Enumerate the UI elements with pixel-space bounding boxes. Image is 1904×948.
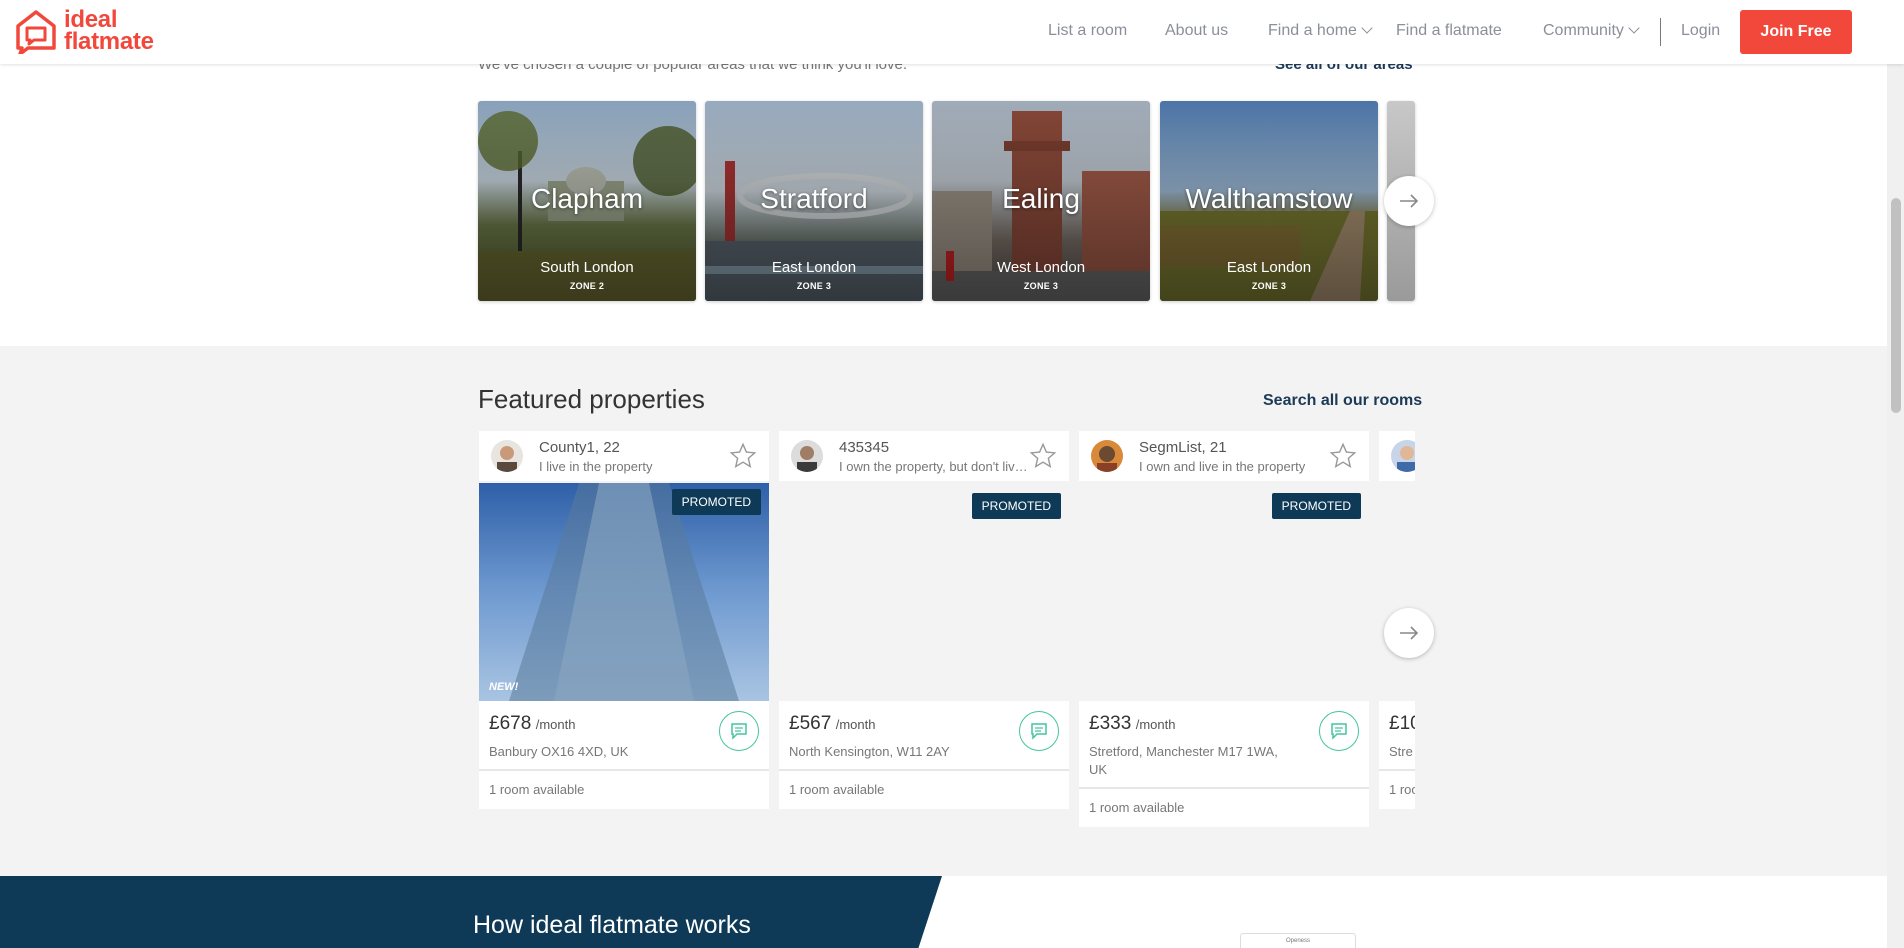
chat-icon — [731, 723, 747, 740]
star-icon[interactable] — [1029, 442, 1057, 470]
per-month: /month — [535, 717, 576, 732]
area-card-stratford[interactable]: Stratford East London ZONE 3 — [705, 101, 923, 301]
property-photo[interactable]: PROMOTED NEW! — [479, 483, 769, 701]
property-user: SegmList, 21 — [1139, 439, 1227, 456]
nav-about[interactable]: About us — [1165, 22, 1228, 40]
nav-community[interactable]: Community — [1543, 22, 1640, 40]
property-location: Stre — [1389, 744, 1413, 759]
property-body: £10 Stre — [1379, 701, 1415, 769]
chevron-down-icon — [1361, 22, 1373, 34]
featured-title: Featured properties — [478, 384, 705, 414]
search-all-rooms-link[interactable]: Search all our rooms — [1263, 392, 1422, 410]
nav-find-home[interactable]: Find a home — [1268, 22, 1373, 40]
property-role: I own the property, but don't live there — [839, 459, 1029, 474]
arrow-right-icon — [1400, 194, 1419, 208]
avatar — [1391, 440, 1415, 472]
property-location: Stretford, Manchester M17 1WA, UK — [1089, 744, 1278, 777]
properties-next-button[interactable] — [1384, 608, 1434, 658]
property-price: £10 — [1389, 713, 1415, 734]
join-free-button[interactable]: Join Free — [1740, 10, 1852, 54]
rooms-available: 1 room available — [779, 769, 1069, 809]
how-it-works-banner — [0, 876, 942, 948]
new-badge: NEW! — [489, 681, 519, 693]
nav-find-home-label: Find a home — [1268, 22, 1357, 39]
property-user: County1, 22 — [539, 439, 620, 456]
area-zone: ZONE 3 — [796, 281, 832, 291]
nav-divider — [1660, 18, 1661, 46]
property-user: 435345 — [839, 439, 890, 456]
per-month: /month — [835, 717, 876, 732]
avatar — [491, 440, 523, 472]
property-card[interactable]: 435345 I own the property, but don't liv… — [779, 431, 1069, 809]
rooms-available: 1 room available — [1079, 787, 1369, 827]
message-button[interactable] — [719, 711, 759, 751]
property-price: £567 — [789, 713, 832, 734]
per-month: /month — [1135, 717, 1176, 732]
area-name: Clapham — [530, 183, 644, 214]
property-header: SegmList, 21 I own and live in the prope… — [1079, 431, 1369, 481]
property-body: £567 /month North Kensington, W11 2AY — [779, 701, 1069, 769]
property-body: £678 /month Banbury OX16 4XD, UK — [479, 701, 769, 769]
site-header: ideal flatmate List a room About us Find… — [0, 0, 1904, 64]
nav-list-room[interactable]: List a room — [1048, 22, 1127, 40]
how-it-works-title: How ideal flatmate works for you — [473, 911, 751, 948]
area-region: South London — [540, 259, 634, 276]
house-chat-icon — [16, 10, 56, 54]
property-price: £333 — [1089, 713, 1132, 734]
chat-icon — [1031, 723, 1047, 740]
message-button[interactable] — [1019, 711, 1059, 751]
property-photo[interactable]: PROMOTED — [779, 483, 1069, 701]
property-header: 435345 I own the property, but don't liv… — [779, 431, 1069, 481]
area-zone: ZONE 3 — [1023, 281, 1059, 291]
rooms-available: 1 room available — [479, 769, 769, 809]
message-button[interactable] — [1319, 711, 1359, 751]
star-icon[interactable] — [1329, 442, 1357, 470]
promoted-badge: PROMOTED — [1271, 493, 1361, 519]
property-location: Banbury OX16 4XD, UK — [489, 744, 629, 759]
avatar — [791, 440, 823, 472]
chevron-down-icon — [1628, 22, 1640, 34]
tower-illustration — [509, 483, 739, 701]
areas-next-button[interactable] — [1384, 176, 1434, 226]
area-name: Stratford — [760, 183, 868, 214]
area-region: East London — [771, 259, 857, 276]
area-zone: ZONE 2 — [569, 281, 605, 291]
property-card[interactable]: SegmList, 21 I own and live in the prope… — [1079, 431, 1369, 827]
area-region: West London — [996, 259, 1086, 276]
chat-icon — [1331, 723, 1347, 740]
property-header — [1379, 431, 1415, 481]
property-role: I own and live in the property — [1139, 459, 1306, 474]
area-card-ealing[interactable]: Ealing West London ZONE 3 — [932, 101, 1150, 301]
area-zone: ZONE 3 — [1251, 281, 1287, 291]
promoted-badge: PROMOTED — [971, 493, 1061, 519]
mini-card: Openess — [1240, 933, 1356, 948]
logo-text: ideal flatmate — [64, 8, 154, 55]
property-location: North Kensington, W11 2AY — [789, 744, 950, 759]
area-name: Ealing — [1002, 183, 1080, 214]
property-body: £333 /month Stretford, Manchester M17 1W… — [1079, 701, 1369, 787]
area-region: East London — [1226, 259, 1312, 276]
property-role: I live in the property — [539, 459, 653, 474]
star-icon[interactable] — [729, 442, 757, 470]
property-header: County1, 22 I live in the property — [479, 431, 769, 481]
scrollbar-thumb[interactable] — [1891, 198, 1901, 413]
rooms-available: 1 roo — [1379, 769, 1415, 809]
property-price: £678 — [489, 713, 532, 734]
nav-find-flatmate[interactable]: Find a flatmate — [1396, 22, 1502, 40]
nav-login[interactable]: Login — [1681, 22, 1720, 40]
property-card[interactable]: County1, 22 I live in the property PROMO… — [479, 431, 769, 809]
area-card-walthamstow[interactable]: Walthamstow East London ZONE 3 — [1160, 101, 1378, 301]
area-name: Walthamstow — [1185, 183, 1353, 214]
promoted-badge: PROMOTED — [671, 489, 761, 515]
logo[interactable]: ideal flatmate — [14, 8, 154, 54]
property-photo[interactable]: PROMOTED — [1079, 483, 1369, 701]
property-photo[interactable] — [1379, 483, 1415, 701]
page-scrollbar[interactable] — [1887, 0, 1904, 948]
avatar — [1091, 440, 1123, 472]
logo-line2: flatmate — [64, 28, 154, 55]
area-card-clapham[interactable]: Clapham South London ZONE 2 — [478, 101, 696, 301]
nav-community-label: Community — [1543, 22, 1624, 39]
arrow-right-icon — [1400, 626, 1419, 640]
